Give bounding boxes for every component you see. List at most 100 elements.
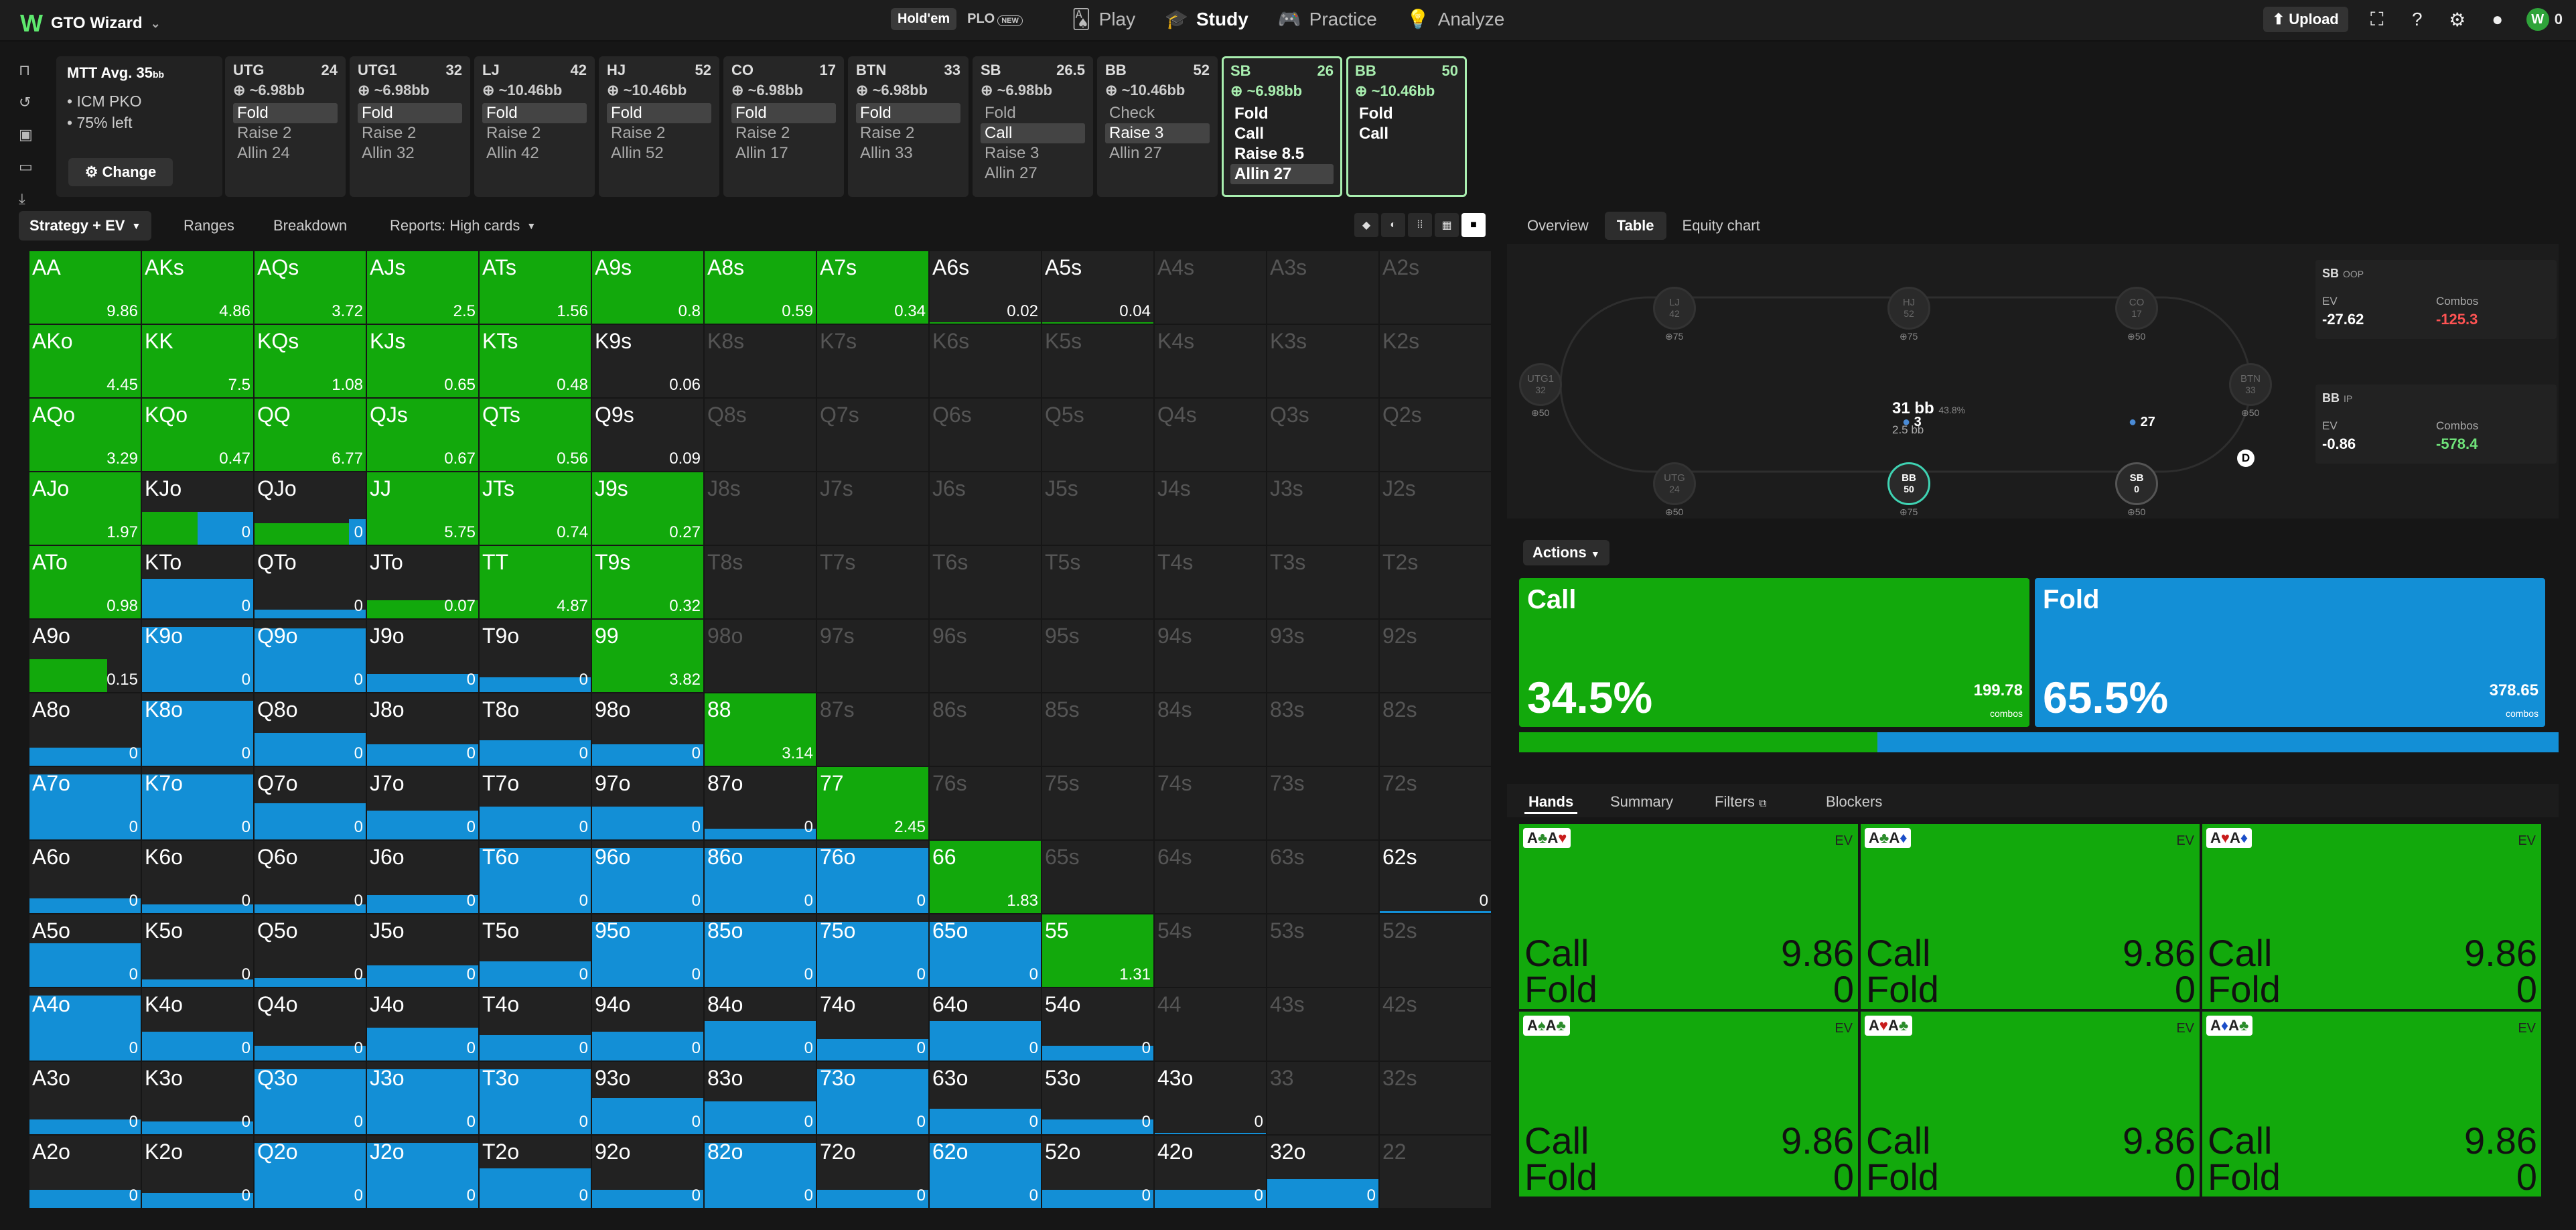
collapse-icon[interactable]: ⤓: [19, 190, 33, 208]
user-icon[interactable]: ●: [2486, 8, 2509, 31]
hand-cell[interactable]: JJ 5.75: [367, 472, 478, 545]
position-card-hj[interactable]: HJ 52 ⊕ ~10.46bb Fold Raise 2 Allin 52: [599, 56, 719, 197]
mode-plo[interactable]: PLO NEW: [960, 8, 1029, 30]
hand-cell[interactable]: Q7s: [817, 399, 928, 471]
nav-study[interactable]: 🎓 Study: [1165, 5, 1248, 33]
hand-cell[interactable]: 63o 0: [930, 1062, 1041, 1134]
hand-cell[interactable]: 85s: [1042, 693, 1153, 766]
hand-cell[interactable]: 97o 0: [592, 767, 703, 839]
hand-cell[interactable]: K4o 0: [142, 988, 253, 1061]
hand-cell[interactable]: J4s: [1155, 472, 1266, 545]
upload-button[interactable]: ⬆ Upload: [2263, 7, 2348, 32]
position-card-sb[interactable]: SB 26.5 ⊕ ~6.98bb Fold Call Raise 3 Allin 27: [973, 56, 1093, 197]
hand-cell[interactable]: 53o 0: [1042, 1062, 1153, 1134]
hand-cell[interactable]: K4s: [1155, 325, 1266, 397]
seat-sb[interactable]: SB 0: [2115, 462, 2158, 505]
tab-summary[interactable]: Summary: [1606, 792, 1677, 812]
gear-icon[interactable]: ⚙: [2446, 8, 2469, 31]
hand-cell[interactable]: QTo 0: [255, 546, 366, 618]
hand-cell[interactable]: T5s: [1042, 546, 1153, 618]
hand-cell[interactable]: 43s: [1267, 988, 1378, 1061]
position-action[interactable]: Allin 42: [482, 143, 587, 163]
position-action[interactable]: Call: [1355, 124, 1458, 144]
position-action[interactable]: Fold: [731, 103, 836, 123]
hand-cell[interactable]: JTo 0.07: [367, 546, 478, 618]
hand-cell[interactable]: Q9o 0: [255, 620, 366, 692]
hand-cell[interactable]: 73o 0: [817, 1062, 928, 1134]
hand-cell[interactable]: J5o 0: [367, 914, 478, 987]
hand-cell[interactable]: A3s: [1267, 251, 1378, 324]
position-action[interactable]: Fold: [1355, 104, 1458, 124]
hand-cell[interactable]: QTs 0.56: [480, 399, 591, 471]
hand-cell[interactable]: J5s: [1042, 472, 1153, 545]
position-action[interactable]: Allin 33: [856, 143, 960, 163]
position-action[interactable]: Raise 2: [358, 123, 462, 143]
chevron-down-icon[interactable]: ⌄: [151, 17, 161, 31]
hand-cell[interactable]: 77 2.45: [817, 767, 928, 839]
hand-cell[interactable]: J7s: [817, 472, 928, 545]
tab-table[interactable]: Table: [1604, 212, 1666, 240]
tab-reports[interactable]: Reports: High cards ▼: [379, 211, 547, 241]
hand-combo-card[interactable]: A♦A♣ EV Call 9.86 Fold 0: [2202, 1012, 2541, 1198]
hand-combo-card[interactable]: A♣A♦ EV Call 9.86 Fold 0: [1861, 824, 2200, 1010]
position-action[interactable]: Fold: [358, 103, 462, 123]
hand-cell[interactable]: 55 1.31: [1042, 914, 1153, 987]
hand-cell[interactable]: K8o 0: [142, 693, 253, 766]
hand-cell[interactable]: J3o 0: [367, 1062, 478, 1134]
hand-cell[interactable]: 52o 0: [1042, 1136, 1153, 1208]
position-action[interactable]: Raise 2: [482, 123, 587, 143]
hand-cell[interactable]: 93s: [1267, 620, 1378, 692]
hand-cell[interactable]: AKo 4.45: [29, 325, 141, 397]
hand-cell[interactable]: Q5s: [1042, 399, 1153, 471]
hand-cell[interactable]: 43o 0: [1155, 1062, 1266, 1134]
mode-holdem[interactable]: Hold'em: [891, 8, 957, 30]
hand-cell[interactable]: J7o 0: [367, 767, 478, 839]
hand-cell[interactable]: KTs 0.48: [480, 325, 591, 397]
hand-cell[interactable]: 74s: [1155, 767, 1266, 839]
hand-cell[interactable]: 66 1.83: [930, 841, 1041, 913]
hand-cell[interactable]: Q9s 0.09: [592, 399, 703, 471]
hand-cell[interactable]: K9s 0.06: [592, 325, 703, 397]
position-card-lj[interactable]: LJ 42 ⊕ ~10.46bb Fold Raise 2 Allin 42: [474, 56, 595, 197]
hand-cell[interactable]: 82s: [1380, 693, 1491, 766]
hand-cell[interactable]: 53s: [1267, 914, 1378, 987]
hand-cell[interactable]: 95o 0: [592, 914, 703, 987]
hand-cell[interactable]: Q3s: [1267, 399, 1378, 471]
hand-cell[interactable]: 94s: [1155, 620, 1266, 692]
hand-cell[interactable]: 65o 0: [930, 914, 1041, 987]
hand-cell[interactable]: 42o 0: [1155, 1136, 1266, 1208]
hand-cell[interactable]: AQo 3.29: [29, 399, 141, 471]
hand-combo-card[interactable]: A♥A♦ EV Call 9.86 Fold 0: [2202, 824, 2541, 1010]
tab-overview[interactable]: Overview: [1515, 212, 1601, 240]
hand-cell[interactable]: T9s 0.32: [592, 546, 703, 618]
position-card-utg[interactable]: UTG 24 ⊕ ~6.98bb Fold Raise 2 Allin 24: [225, 56, 346, 197]
position-action[interactable]: Fold: [856, 103, 960, 123]
hand-cell[interactable]: T8o 0: [480, 693, 591, 766]
screenshot-icon[interactable]: ⛶: [2366, 8, 2388, 31]
hand-cell[interactable]: K2o 0: [142, 1136, 253, 1208]
hand-cell[interactable]: T4s: [1155, 546, 1266, 618]
seat-btn[interactable]: BTN 33: [2229, 363, 2272, 406]
nav-practice[interactable]: 🎮 Practice: [1278, 5, 1377, 33]
hand-cell[interactable]: 75o 0: [817, 914, 928, 987]
position-action[interactable]: Raise 2: [856, 123, 960, 143]
hand-cell[interactable]: Q2o 0: [255, 1136, 366, 1208]
hand-cell[interactable]: J6s: [930, 472, 1041, 545]
hand-cell[interactable]: 65s: [1042, 841, 1153, 913]
hand-cell[interactable]: ATs 1.56: [480, 251, 591, 324]
reset-icon[interactable]: ↺: [19, 94, 33, 111]
hand-cell[interactable]: 54o 0: [1042, 988, 1153, 1061]
hand-cell[interactable]: Q8s: [705, 399, 816, 471]
tab-ranges[interactable]: Ranges: [173, 211, 245, 241]
hand-cell[interactable]: T3o 0: [480, 1062, 591, 1134]
hand-cell[interactable]: 52s: [1380, 914, 1491, 987]
hand-cell[interactable]: 96s: [930, 620, 1041, 692]
actions-dropdown[interactable]: Actions ▼: [1523, 540, 1609, 565]
hand-cell[interactable]: 54s: [1155, 914, 1266, 987]
grid-view-icon[interactable]: ▦: [1435, 213, 1459, 237]
hand-cell[interactable]: Q6o 0: [255, 841, 366, 913]
position-action[interactable]: Fold: [607, 103, 711, 123]
tab-blockers[interactable]: Blockers: [1822, 792, 1886, 812]
hand-cell[interactable]: K2s: [1380, 325, 1491, 397]
position-card-bb[interactable]: BB 50 ⊕ ~10.46bb Fold Call: [1346, 56, 1467, 197]
